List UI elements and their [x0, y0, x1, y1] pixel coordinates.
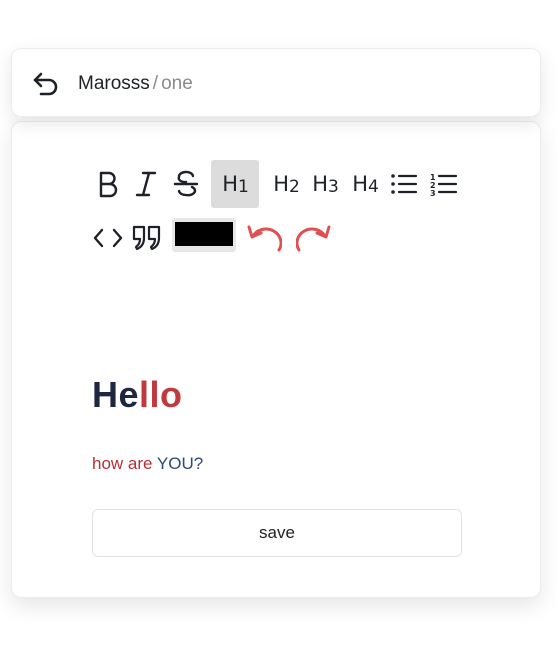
breadcrumb-separator: / [152, 73, 159, 94]
breadcrumb: Marosss / one [78, 73, 193, 95]
text-color-swatch [175, 222, 233, 246]
header-card: Marosss / one [11, 48, 541, 117]
quote-button[interactable] [129, 218, 165, 258]
heading-1-button[interactable]: H1 [211, 160, 259, 208]
code-button[interactable] [90, 218, 126, 258]
content-heading[interactable]: Hello [92, 374, 183, 416]
redo-button[interactable] [294, 218, 334, 258]
strikethrough-icon [173, 170, 199, 197]
breadcrumb-root[interactable]: Marosss [78, 73, 150, 94]
content-paragraph[interactable]: how are YOU? [92, 454, 203, 474]
italic-button[interactable] [128, 160, 164, 208]
heading-2-button[interactable]: H2 [268, 160, 304, 208]
svg-text:3: 3 [430, 189, 436, 196]
back-button[interactable] [32, 70, 60, 98]
breadcrumb-current: one [161, 73, 193, 94]
bullet-list-icon [391, 174, 418, 194]
quote-icon [132, 225, 161, 251]
bullet-list-button[interactable] [386, 160, 422, 208]
ordered-list-icon: 1 2 3 [430, 173, 458, 196]
save-button[interactable]: save [92, 509, 462, 557]
heading-3-label: H3 [312, 172, 339, 197]
bold-button[interactable] [90, 160, 126, 208]
editor-card: H1 H2 H3 H4 1 2 3 Hello how are YOU? sav… [11, 121, 541, 598]
text-color-picker[interactable] [172, 218, 236, 252]
heading-4-label: H4 [352, 172, 379, 197]
heading-4-button[interactable]: H4 [347, 160, 383, 208]
ordered-list-button[interactable]: 1 2 3 [426, 160, 462, 208]
undo-button[interactable] [244, 218, 284, 258]
bold-icon [99, 171, 118, 198]
heading-3-button[interactable]: H3 [307, 160, 343, 208]
redo-icon [296, 225, 331, 252]
undo-icon [247, 225, 282, 252]
heading-1-label: H1 [222, 172, 249, 197]
back-arrow-icon [33, 72, 58, 96]
code-icon [93, 228, 123, 248]
heading-2-label: H2 [273, 172, 300, 197]
strikethrough-button[interactable] [167, 160, 205, 208]
italic-icon [135, 171, 157, 197]
